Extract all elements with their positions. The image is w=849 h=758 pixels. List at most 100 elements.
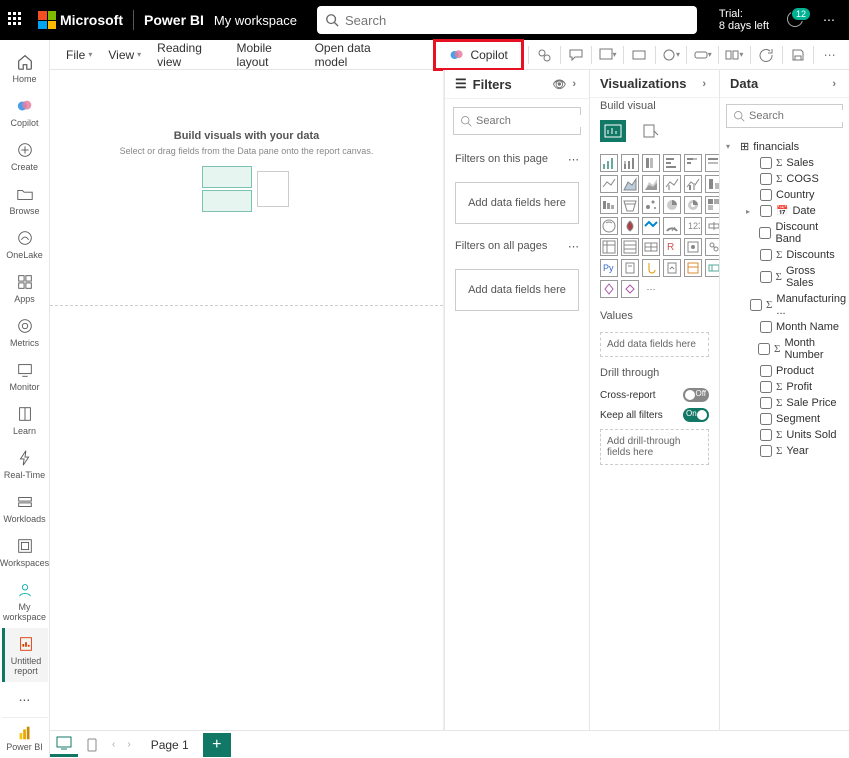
field-row[interactable]: ▸📅Date — [746, 203, 843, 219]
viz-type-21[interactable] — [663, 217, 681, 235]
field-row[interactable]: ΣProfit — [746, 379, 843, 395]
data-search-input[interactable] — [749, 110, 849, 122]
field-checkbox[interactable] — [760, 365, 772, 377]
field-checkbox[interactable] — [760, 173, 772, 185]
nav-apps[interactable]: Apps — [2, 266, 48, 310]
viz-type-8[interactable] — [642, 175, 660, 193]
viz-type-34[interactable] — [684, 259, 702, 277]
filters-all-more[interactable]: ⋯ — [568, 240, 579, 253]
viz-type-15[interactable] — [663, 196, 681, 214]
field-checkbox[interactable] — [760, 205, 772, 217]
nav-create[interactable]: Create — [2, 134, 48, 178]
field-checkbox[interactable] — [760, 429, 772, 441]
buttons-icon-button[interactable]: ▾ — [691, 43, 714, 67]
viz-values-dropzone[interactable]: Add data fields here — [600, 332, 709, 357]
collapse-icon[interactable]: › — [699, 78, 709, 90]
nav-home[interactable]: Home — [2, 46, 48, 90]
viz-type-25[interactable] — [621, 238, 639, 256]
nav-monitor[interactable]: Monitor — [2, 354, 48, 398]
viz-type-10[interactable] — [684, 175, 702, 193]
add-page-button[interactable]: + — [203, 733, 231, 757]
copilot-button[interactable]: Copilot — [439, 43, 517, 67]
viz-type-36[interactable] — [600, 280, 618, 298]
app-launcher-button[interactable] — [0, 12, 32, 28]
viz-type-22[interactable]: 123 — [684, 217, 702, 235]
filters-all-dropzone[interactable]: Add data fields here — [455, 269, 579, 311]
header-more-button[interactable]: ⋯ — [811, 13, 849, 27]
page-prev[interactable]: ‹ — [106, 739, 121, 750]
viz-type-7[interactable] — [621, 175, 639, 193]
visual-icon-button[interactable]: ▾ — [596, 43, 619, 67]
field-checkbox[interactable] — [760, 397, 772, 409]
nav-workspaces[interactable]: Workspaces — [2, 530, 48, 574]
page-next[interactable]: › — [121, 739, 136, 750]
page-tab[interactable]: Page 1 — [137, 734, 203, 756]
viz-type-27[interactable]: R — [663, 238, 681, 256]
shapes-icon-button[interactable]: ▾ — [660, 43, 683, 67]
nav-untitled-report[interactable]: Untitled report — [2, 628, 48, 682]
format-visual-mode[interactable] — [638, 120, 664, 142]
nav-metrics[interactable]: Metrics — [2, 310, 48, 354]
nav-powerbi-product[interactable]: Power BI — [2, 717, 48, 758]
report-canvas[interactable]: Build visuals with your data Select or d… — [50, 70, 444, 730]
viz-type-2[interactable] — [642, 154, 660, 172]
viz-type-6[interactable] — [600, 175, 618, 193]
viz-type-14[interactable] — [642, 196, 660, 214]
viz-type-19[interactable] — [621, 217, 639, 235]
menu-mobile-layout[interactable]: Mobile layout — [228, 41, 306, 69]
field-row[interactable]: Month Name — [746, 319, 843, 335]
collapse-icon[interactable]: › — [829, 78, 839, 90]
viz-type-4[interactable] — [684, 154, 702, 172]
refresh-icon-button[interactable] — [755, 43, 778, 67]
mobile-view-button[interactable] — [78, 733, 106, 757]
notifications-button[interactable]: 12 — [779, 11, 811, 30]
nav-learn[interactable]: Learn — [2, 398, 48, 442]
field-row[interactable]: ΣDiscounts — [746, 247, 843, 263]
viz-type-1[interactable] — [621, 154, 639, 172]
trial-status[interactable]: Trial: 8 days left — [719, 8, 779, 32]
global-search-input[interactable] — [345, 13, 689, 28]
field-row[interactable]: ΣSales — [746, 155, 843, 171]
viz-type-28[interactable] — [684, 238, 702, 256]
field-checkbox[interactable] — [760, 189, 772, 201]
viz-type-16[interactable] — [684, 196, 702, 214]
field-checkbox[interactable] — [760, 321, 772, 333]
build-visual-mode[interactable] — [600, 120, 626, 142]
nav-onelake[interactable]: OneLake — [2, 222, 48, 266]
collapse-icon[interactable]: › — [569, 78, 579, 90]
field-row[interactable]: Σ COGS — [746, 171, 843, 187]
viz-more-button[interactable]: ⋯ — [642, 280, 660, 298]
show-hide-icon[interactable]: 👁 — [549, 78, 569, 91]
menu-view[interactable]: View▾ — [100, 48, 149, 62]
field-row[interactable]: ΣSale Price — [746, 395, 843, 411]
drill-through-dropzone[interactable]: Add drill-through fields here — [600, 429, 709, 465]
menu-file[interactable]: File▾ — [58, 48, 100, 62]
field-row[interactable]: ΣMonth Number — [746, 335, 843, 363]
viz-type-0[interactable] — [600, 154, 618, 172]
viz-type-18[interactable] — [600, 217, 618, 235]
keep-filters-toggle[interactable]: On — [683, 408, 709, 422]
viz-type-26[interactable] — [642, 238, 660, 256]
field-row[interactable]: Product — [746, 363, 843, 379]
nav-more[interactable]: ... — [2, 682, 48, 710]
viz-type-33[interactable] — [663, 259, 681, 277]
explore-icon-button[interactable] — [533, 43, 556, 67]
filters-search[interactable] — [453, 107, 581, 135]
field-checkbox[interactable] — [760, 249, 772, 261]
visual-interactions-icon-button[interactable]: ▾ — [723, 43, 746, 67]
nav-workloads[interactable]: Workloads — [2, 486, 48, 530]
filters-page-dropzone[interactable]: Add data fields here — [455, 182, 579, 224]
desktop-view-button[interactable] — [50, 733, 78, 757]
viz-type-32[interactable] — [642, 259, 660, 277]
field-row[interactable]: ΣYear — [746, 443, 843, 459]
field-row[interactable]: Segment — [746, 411, 843, 427]
field-checkbox[interactable] — [750, 299, 762, 311]
save-icon-button[interactable] — [786, 43, 809, 67]
nav-realtime[interactable]: Real-Time — [2, 442, 48, 486]
field-row[interactable]: ΣManufacturing ... — [746, 291, 843, 319]
field-checkbox[interactable] — [760, 157, 772, 169]
field-checkbox[interactable] — [759, 227, 771, 239]
global-search[interactable] — [317, 6, 697, 34]
field-row[interactable]: Discount Band — [746, 219, 843, 247]
nav-browse[interactable]: Browse — [2, 178, 48, 222]
